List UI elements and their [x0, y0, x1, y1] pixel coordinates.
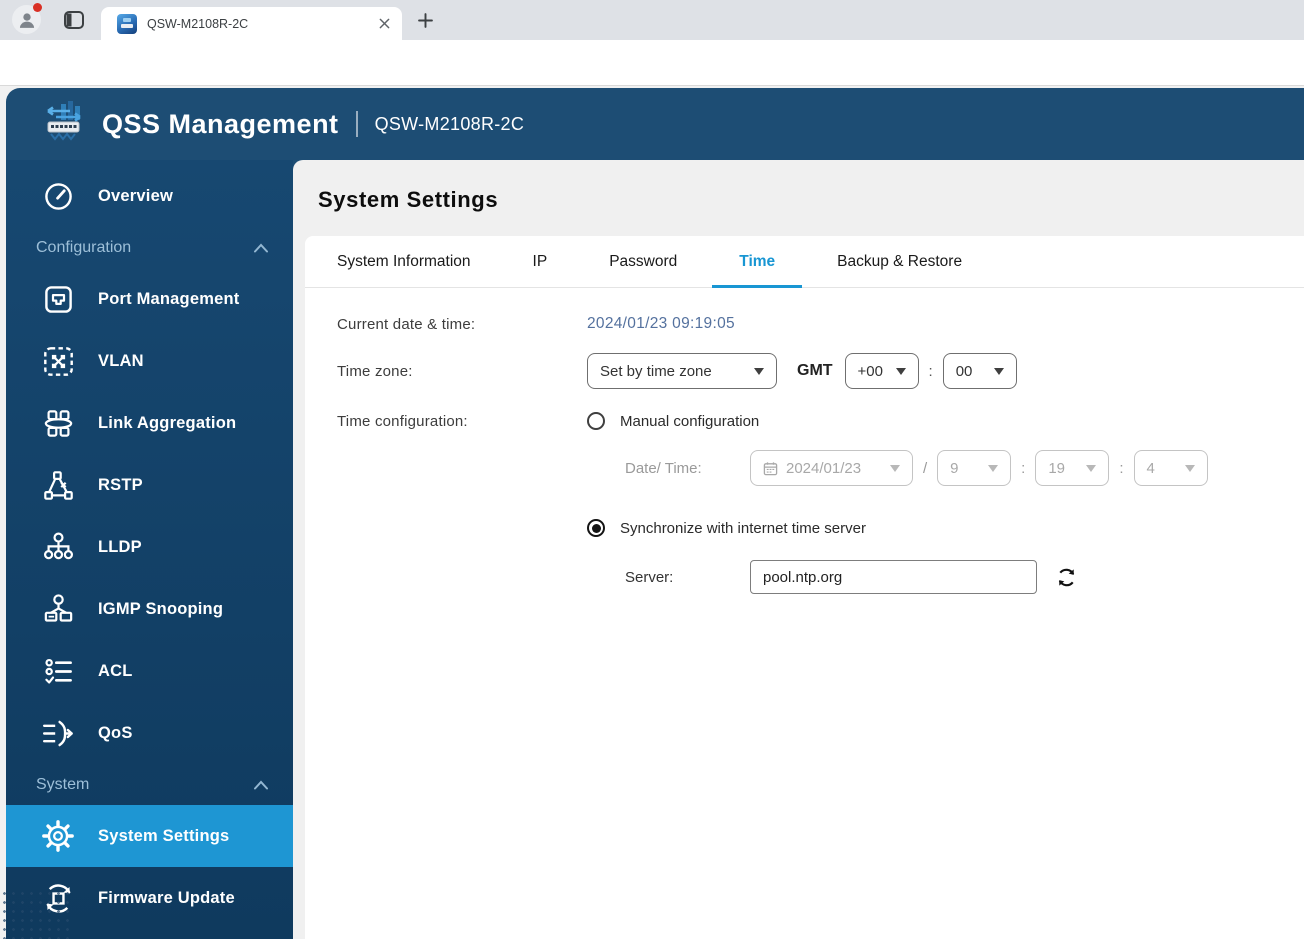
timezone-select[interactable]: Set by time zone	[587, 353, 777, 389]
qss-favicon	[117, 13, 137, 34]
app-shell: QSS Management QSW-M2108R-2C Overview Co…	[6, 88, 1304, 939]
manual-configuration-label: Manual configuration	[620, 412, 760, 430]
caret-down-icon	[988, 464, 999, 472]
tab-password[interactable]: Password	[609, 236, 677, 287]
sidebar-item-igmp-snooping[interactable]: IGMP Snooping	[6, 578, 293, 640]
decorative-dot-pattern	[0, 889, 72, 939]
port-icon	[40, 283, 76, 316]
igmp-icon	[40, 593, 76, 626]
sync-time-server-radio[interactable]	[587, 519, 605, 537]
tab-ip[interactable]: IP	[533, 236, 548, 287]
user-avatar-icon	[19, 12, 34, 28]
ntp-server-input[interactable]	[750, 560, 1037, 594]
chevron-up-icon	[254, 780, 268, 789]
page-title: System Settings	[318, 187, 499, 212]
timezone-label: Time zone:	[337, 362, 413, 380]
manual-configuration-radio[interactable]	[587, 412, 605, 430]
tab-close-icon[interactable]	[379, 18, 390, 29]
browser-tab-title: QSW-M2108R-2C	[147, 16, 249, 31]
sync-now-button[interactable]	[1055, 566, 1078, 589]
slash-separator: /	[923, 459, 928, 477]
caret-down-icon	[993, 367, 1004, 375]
workspaces-icon[interactable]	[63, 9, 85, 31]
chevron-up-icon	[254, 243, 268, 252]
sync-option-row: Synchronize with internet time server	[337, 508, 1304, 548]
tab-bar: System Information IP Password Time Back…	[305, 236, 1304, 288]
caret-down-icon	[754, 367, 764, 375]
sidebar-item-qos[interactable]: QoS	[6, 702, 293, 764]
sidebar-section-system[interactable]: System	[6, 764, 293, 805]
gmt-offset-hours-select[interactable]: +00	[844, 353, 919, 389]
time-configuration-label: Time configuration:	[337, 412, 468, 430]
caret-down-icon	[890, 464, 900, 472]
tab-time[interactable]: Time	[712, 236, 802, 288]
time-configuration-row: Time configuration: Manual configuration	[337, 400, 1304, 442]
sidebar-item-port-management[interactable]: Port Management	[6, 268, 293, 330]
sidebar-item-vlan[interactable]: VLAN	[6, 330, 293, 392]
gauge-icon	[40, 180, 76, 213]
app-header: QSS Management QSW-M2108R-2C	[6, 88, 1304, 160]
timezone-row: Time zone: Set by time zone GMT +00 : 00	[337, 344, 1304, 398]
caret-down-icon	[895, 367, 906, 375]
refresh-icon	[1058, 568, 1075, 586]
date-time-label: Date/ Time:	[625, 459, 702, 477]
app-viewport: QSS Management QSW-M2108R-2C Overview Co…	[0, 86, 1304, 939]
new-tab-icon[interactable]	[418, 13, 433, 28]
colon-separator: :	[1021, 459, 1026, 477]
browser-tab-strip: QSW-M2108R-2C	[0, 0, 1304, 40]
caret-down-icon	[1086, 464, 1097, 472]
current-datetime-row: Current date & time: 2024/01/23 09:19:05	[337, 304, 1304, 344]
date-select[interactable]: 2024/01/23	[750, 450, 913, 486]
colon-separator: :	[1119, 459, 1124, 477]
vlan-icon	[40, 345, 76, 378]
server-label: Server:	[625, 568, 674, 586]
rstp-icon	[40, 469, 76, 502]
current-datetime-label: Current date & time:	[337, 315, 476, 333]
sidebar-item-lldp[interactable]: LLDP	[6, 516, 293, 578]
gmt-label: GMT	[797, 362, 833, 379]
caret-down-icon	[1184, 464, 1195, 472]
app-title: QSS Management	[102, 108, 339, 139]
second-select[interactable]: 4	[1133, 450, 1208, 486]
title-divider	[355, 111, 358, 137]
browser-tab[interactable]: QSW-M2108R-2C	[101, 7, 402, 40]
sidebar-item-rstp[interactable]: RSTP	[6, 454, 293, 516]
tab-backup-restore[interactable]: Backup & Restore	[837, 236, 962, 287]
qos-icon	[40, 717, 76, 750]
sidebar-item-acl[interactable]: ACL	[6, 640, 293, 702]
profile-notification-dot	[33, 3, 42, 12]
gmt-offset-minutes-select[interactable]: 00	[942, 353, 1017, 389]
sidebar-item-link-aggregation[interactable]: Link Aggregation	[6, 392, 293, 454]
colon-separator: :	[928, 362, 933, 380]
sidebar-item-system-settings[interactable]: System Settings	[6, 805, 293, 867]
sidebar-section-configuration[interactable]: Configuration	[6, 227, 293, 268]
server-row: Server:	[337, 554, 1304, 600]
time-settings-form: Current date & time: 2024/01/23 09:19:05…	[305, 288, 1304, 600]
gear-icon	[40, 819, 76, 853]
browser-toolbar: Nicht sicher https://169.254.100.101/#/s…	[0, 40, 1304, 120]
settings-card: System Information IP Password Time Back…	[305, 236, 1304, 939]
current-datetime-value: 2024/01/23 09:19:05	[587, 315, 735, 332]
calendar-icon	[763, 461, 778, 475]
hour-select[interactable]: 9	[937, 450, 1012, 486]
device-name: QSW-M2108R-2C	[374, 113, 525, 134]
lldp-icon	[40, 531, 76, 564]
acl-icon	[40, 655, 76, 688]
link-aggregation-icon	[40, 407, 76, 440]
sync-time-server-label: Synchronize with internet time server	[620, 519, 866, 537]
qss-logo-icon	[47, 101, 81, 141]
main-content: System Settings System Information IP Pa…	[293, 160, 1304, 939]
minute-select[interactable]: 19	[1035, 450, 1110, 486]
tab-system-information[interactable]: System Information	[337, 236, 471, 287]
sidebar: Overview Configuration Port Management V…	[6, 160, 293, 939]
sidebar-item-overview[interactable]: Overview	[6, 165, 293, 227]
manual-datetime-row: Date/ Time: 2024/01/23 / 9: 19: 4	[337, 442, 1304, 494]
